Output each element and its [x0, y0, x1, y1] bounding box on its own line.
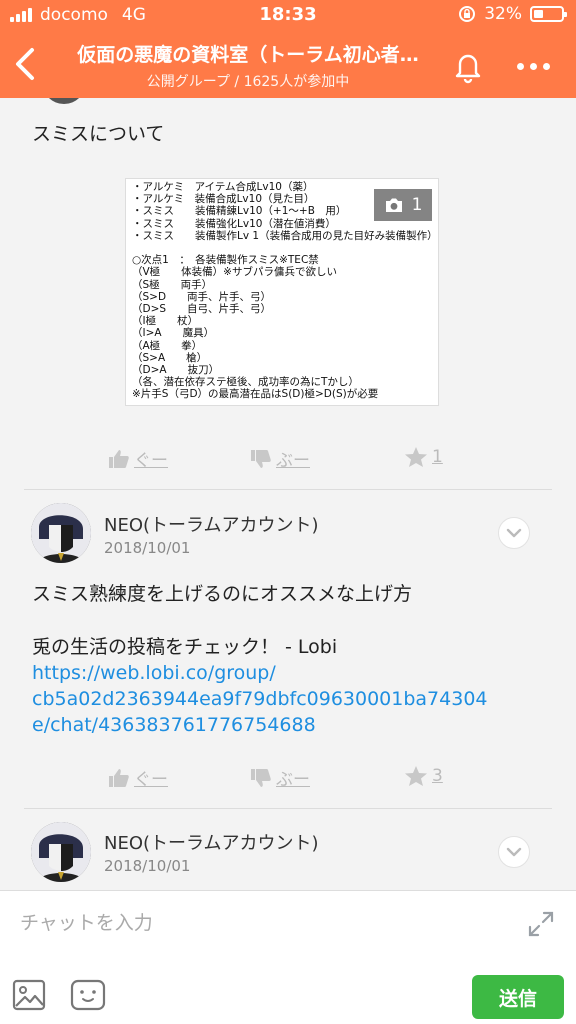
image-text-line: （D>S 自弓、片手、弓） — [132, 303, 272, 316]
image-text-line: ○次点1 ： 各装備製作スミス※TEC禁 — [132, 254, 319, 267]
back-arrow-icon[interactable] — [6, 40, 46, 88]
dislike-button[interactable]: ぶー — [250, 765, 310, 790]
like-label: ぐー — [134, 770, 168, 790]
chevron-down-icon — [506, 528, 522, 538]
image-count-badge: 1 — [374, 189, 432, 221]
chat-input[interactable] — [20, 905, 500, 941]
post-options-button[interactable] — [498, 836, 530, 868]
image-text-line: （D>A 抜刀） — [132, 364, 220, 377]
battery-percent: 32% — [484, 4, 522, 24]
image-text-line: （S>A 槍） — [132, 351, 208, 364]
image-text-line: （各、潜在依存ステ極後、成功率の為にTかし） — [132, 376, 359, 389]
avatar-image — [31, 503, 91, 563]
send-button[interactable]: 送信 — [472, 975, 564, 1019]
star-button[interactable]: 1 — [404, 446, 443, 468]
thumbs-up-icon — [109, 449, 129, 468]
star-icon — [405, 447, 427, 467]
image-text-line: （S極 両手） — [132, 278, 213, 291]
stamp-icon[interactable] — [70, 979, 106, 1011]
avatar-image — [31, 822, 91, 882]
chat-feed[interactable]: スミスについて ・アルケミ アイテム合成Lv10（薬） ・アルケミ 装備合成Lv… — [0, 98, 576, 890]
post-text: 兎の生活の投稿をチェック！ - Lobi — [32, 636, 338, 658]
post-divider — [24, 489, 552, 490]
like-button[interactable]: ぐー — [108, 765, 168, 790]
more-menu-icon[interactable] — [508, 46, 558, 86]
dislike-button[interactable]: ぶー — [250, 446, 310, 471]
like-button[interactable]: ぐー — [108, 446, 168, 471]
expand-icon[interactable] — [526, 909, 556, 939]
battery-icon — [530, 6, 567, 22]
image-text-line: （I>A 魔具） — [132, 327, 215, 340]
chevron-down-icon — [506, 847, 522, 857]
status-bar: docomo 4G 18:33 32% — [0, 0, 576, 30]
post-date: 2018/10/01 — [104, 857, 191, 875]
image-count: 1 — [411, 194, 423, 215]
post-text: スミスについて — [32, 123, 165, 145]
image-text-line: ・スミス 装備製作Lv 1（装備合成用の見た目好み装備製作） — [132, 229, 438, 242]
star-icon — [405, 766, 427, 786]
like-label: ぐー — [134, 451, 168, 471]
avatar[interactable] — [31, 503, 91, 563]
post-options-button[interactable] — [498, 517, 530, 549]
thumbs-up-icon — [109, 768, 129, 787]
star-count: 3 — [432, 766, 443, 786]
post-actions: ぐー ぶー 3 — [0, 765, 576, 795]
image-text-line: （V極 体装備）※サブパラ傭兵で欲しい — [132, 266, 337, 279]
dislike-label: ぶー — [276, 770, 310, 790]
thumbs-down-icon — [251, 768, 271, 787]
group-subtitle: 公開グループ / 1625人が参加中 — [146, 74, 350, 90]
image-text-line: ※片手S（弓D）の最高潜在品はS(D)極>D(S)が必要 — [132, 388, 379, 401]
avatar[interactable] — [31, 822, 91, 882]
group-title: 仮面の悪魔の資料室（トーラム初心者… — [77, 44, 419, 66]
post-link[interactable]: e/chat/436383761776754688 — [32, 711, 316, 739]
post-text: スミス熟練度を上げるのにオススメな上げ方 — [32, 583, 413, 605]
chat-composer: 送信 — [0, 890, 576, 1024]
dislike-label: ぶー — [276, 451, 310, 471]
orientation-lock-icon — [459, 6, 476, 22]
star-button[interactable]: 3 — [404, 765, 443, 787]
camera-icon — [385, 198, 402, 212]
thumbs-down-icon — [251, 449, 271, 468]
image-text-line: （S>D 両手、片手、弓） — [132, 290, 272, 303]
post-date: 2018/10/01 — [104, 539, 191, 557]
author-name[interactable]: NEO(トーラムアカウント) — [104, 511, 319, 537]
image-text-line: （A極 拳） — [132, 339, 203, 352]
post-image[interactable]: ・アルケミ アイテム合成Lv10（薬） ・アルケミ 装備合成Lv10（見た目） … — [125, 178, 439, 406]
group-title-area[interactable]: 仮面の悪魔の資料室（トーラム初心者… 公開グループ / 1625人が参加中 — [58, 40, 438, 91]
star-count: 1 — [432, 447, 443, 467]
post-link[interactable]: https://web.lobi.co/group/ — [32, 659, 276, 687]
app-header: docomo 4G 18:33 32% 仮面の悪魔の資料室（トーラム初心者… 公… — [0, 0, 576, 98]
post-link[interactable]: cb5a02d2363944ea9f79dbfc09630001ba74304 — [32, 685, 488, 713]
avatar — [42, 98, 86, 104]
bell-icon[interactable] — [448, 46, 488, 86]
image-text-line — [132, 242, 432, 254]
image-text-line: （I極 杖） — [132, 315, 199, 328]
post-actions: ぐー ぶー 1 — [0, 446, 576, 476]
post-divider — [24, 808, 552, 809]
author-name[interactable]: NEO(トーラムアカウント) — [104, 829, 319, 855]
image-attach-icon[interactable] — [12, 979, 46, 1011]
